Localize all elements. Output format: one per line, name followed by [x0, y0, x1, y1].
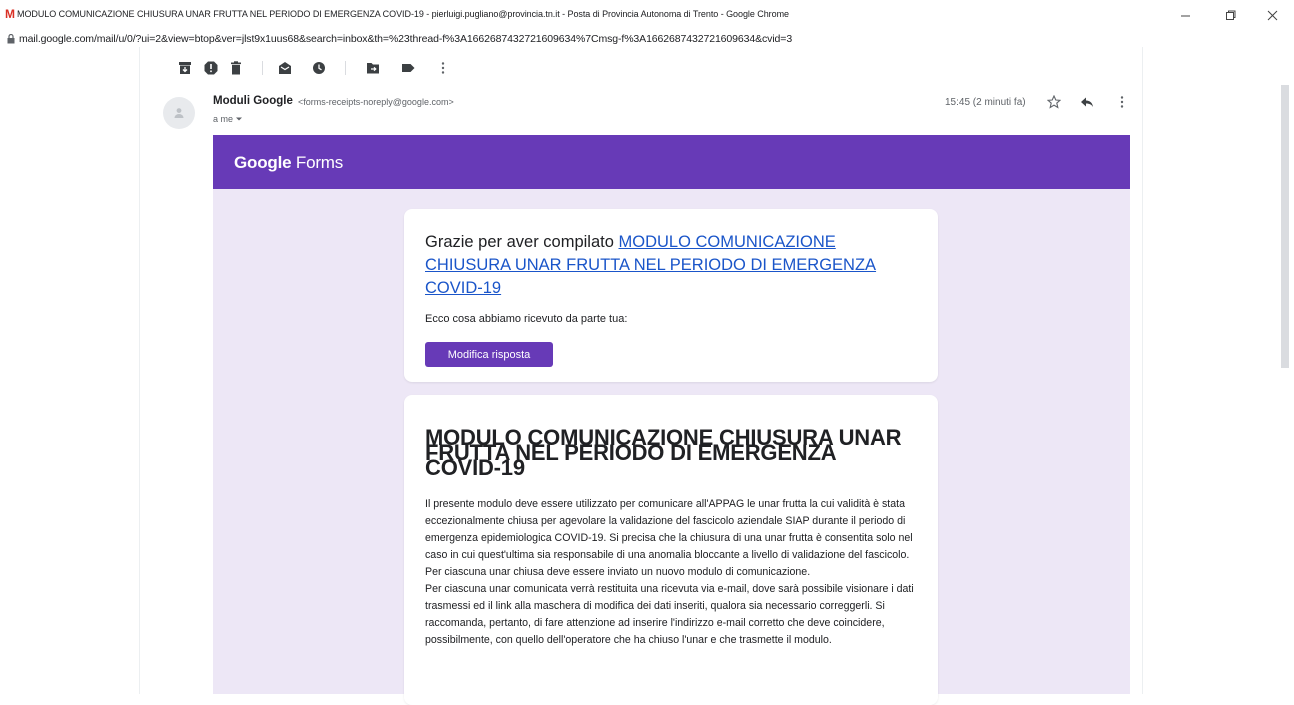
sender-email: <forms-receipts-noreply@google.com> [298, 97, 454, 107]
move-to-icon[interactable] [366, 61, 380, 75]
right-gutter [1142, 47, 1294, 694]
sender-name[interactable]: Moduli Google [213, 95, 293, 107]
window-titlebar: M MODULO COMUNICAZIONE CHIUSURA UNAR FRU… [0, 0, 1294, 31]
restore-button[interactable] [1210, 3, 1250, 28]
toolbar-separator [345, 61, 346, 75]
edit-response-button[interactable]: Modifica risposta [425, 342, 553, 367]
restore-icon [1225, 10, 1235, 20]
form-description: Il presente modulo deve essere utilizzat… [425, 496, 921, 649]
description-paragraph: Il presente modulo deve essere utilizzat… [425, 498, 913, 561]
scrollbar-thumb[interactable] [1281, 85, 1289, 368]
google-forms-banner: Google Forms [213, 135, 1130, 189]
lock-icon [7, 34, 15, 44]
more-vert-icon[interactable] [436, 61, 450, 75]
message-timestamp: 15:45 (2 minuti fa) [945, 97, 1026, 108]
avatar[interactable] [163, 97, 195, 129]
form-title: MODULO COMUNICAZIONE CHIUSURA UNAR FRUTT… [425, 425, 902, 480]
mark-unread-icon[interactable] [278, 61, 292, 75]
address-bar[interactable]: mail.google.com/mail/u/0/?ui=2&view=btop… [0, 31, 1294, 47]
window-title: MODULO COMUNICAZIONE CHIUSURA UNAR FRUTT… [17, 9, 789, 19]
confirmation-card: Grazie per aver compilato MODULO COMUNIC… [404, 209, 938, 382]
toolbar-separator [262, 61, 263, 75]
archive-icon[interactable] [178, 61, 192, 75]
gmail-icon: M [5, 7, 15, 21]
minimize-icon [1180, 15, 1190, 17]
form-content-card: MODULO COMUNICAZIONE CHIUSURA UNAR FRUTT… [404, 395, 938, 705]
google-forms-logo: Google Forms [234, 153, 344, 172]
report-spam-icon[interactable] [204, 61, 218, 75]
minimize-button[interactable] [1165, 3, 1205, 28]
close-window-button[interactable] [1252, 3, 1292, 28]
chevron-down-icon [236, 117, 243, 121]
label-icon[interactable] [401, 61, 415, 75]
received-text: Ecco cosa abbiamo ricevuto da parte tua: [425, 313, 628, 325]
close-icon [1267, 10, 1277, 21]
description-paragraph: Per ciascuna unar chiusa deve essere inv… [425, 566, 811, 578]
url-text[interactable]: mail.google.com/mail/u/0/?ui=2&view=btop… [19, 33, 792, 45]
thanks-message: Grazie per aver compilato MODULO COMUNIC… [425, 233, 877, 297]
message-header: Moduli Google <forms-receipts-noreply@go… [163, 93, 1138, 137]
left-gutter [0, 47, 140, 694]
more-vert-icon[interactable] [1115, 95, 1129, 109]
person-icon [174, 108, 184, 118]
snooze-icon[interactable] [312, 61, 326, 75]
star-icon[interactable] [1047, 95, 1061, 109]
description-paragraph: Per ciascuna unar comunicata verrà resti… [425, 583, 914, 646]
recipient-details[interactable]: a me [213, 114, 243, 124]
gmail-page: Moduli Google <forms-receipts-noreply@go… [0, 47, 1294, 705]
recipient-label: a me [213, 114, 234, 124]
reply-icon[interactable] [1080, 95, 1094, 109]
delete-icon[interactable] [229, 61, 243, 75]
